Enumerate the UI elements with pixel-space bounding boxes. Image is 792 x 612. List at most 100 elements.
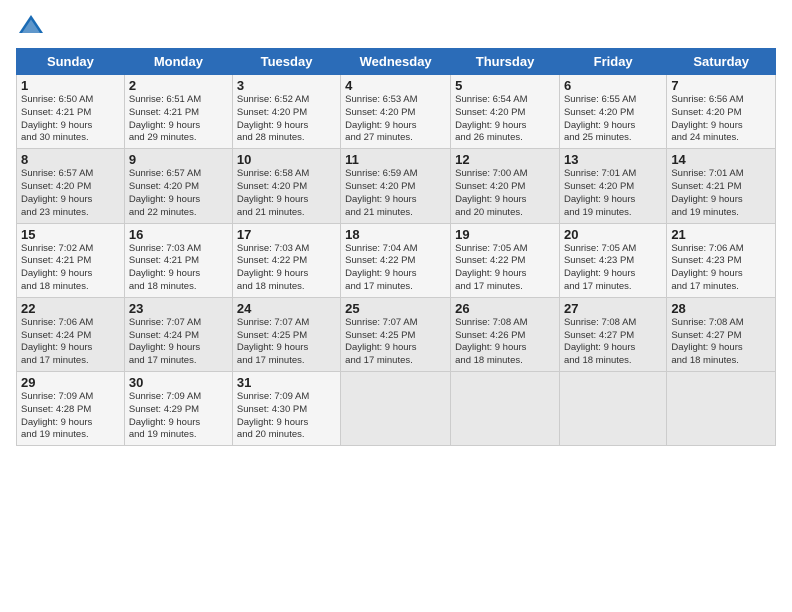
day-info: Sunrise: 7:08 AMSunset: 4:27 PMDaylight:…: [671, 317, 771, 368]
calendar-cell: 5Sunrise: 6:54 AMSunset: 4:20 PMDaylight…: [451, 75, 560, 149]
day-info: Sunrise: 6:55 AMSunset: 4:20 PMDaylight:…: [564, 94, 662, 145]
calendar-cell: 11Sunrise: 6:59 AMSunset: 4:20 PMDayligh…: [341, 149, 451, 223]
day-info: Sunrise: 6:56 AMSunset: 4:20 PMDaylight:…: [671, 94, 771, 145]
day-info: Sunrise: 7:09 AMSunset: 4:28 PMDaylight:…: [21, 391, 120, 442]
calendar-cell: 8Sunrise: 6:57 AMSunset: 4:20 PMDaylight…: [17, 149, 125, 223]
day-info: Sunrise: 6:50 AMSunset: 4:21 PMDaylight:…: [21, 94, 120, 145]
day-number: 8: [21, 152, 120, 167]
day-info: Sunrise: 7:01 AMSunset: 4:21 PMDaylight:…: [671, 168, 771, 219]
calendar-cell: 17Sunrise: 7:03 AMSunset: 4:22 PMDayligh…: [232, 223, 340, 297]
day-info: Sunrise: 6:52 AMSunset: 4:20 PMDaylight:…: [237, 94, 336, 145]
calendar-cell: 19Sunrise: 7:05 AMSunset: 4:22 PMDayligh…: [451, 223, 560, 297]
day-number: 14: [671, 152, 771, 167]
day-number: 13: [564, 152, 662, 167]
day-info: Sunrise: 7:09 AMSunset: 4:29 PMDaylight:…: [129, 391, 228, 442]
day-number: 25: [345, 301, 446, 316]
day-number: 26: [455, 301, 555, 316]
day-info: Sunrise: 7:03 AMSunset: 4:21 PMDaylight:…: [129, 243, 228, 294]
header-day: Monday: [124, 49, 232, 75]
day-number: 24: [237, 301, 336, 316]
day-number: 2: [129, 78, 228, 93]
day-info: Sunrise: 6:59 AMSunset: 4:20 PMDaylight:…: [345, 168, 446, 219]
calendar-cell: 4Sunrise: 6:53 AMSunset: 4:20 PMDaylight…: [341, 75, 451, 149]
week-row: 1Sunrise: 6:50 AMSunset: 4:21 PMDaylight…: [17, 75, 776, 149]
calendar-cell: 24Sunrise: 7:07 AMSunset: 4:25 PMDayligh…: [232, 297, 340, 371]
calendar-cell: 23Sunrise: 7:07 AMSunset: 4:24 PMDayligh…: [124, 297, 232, 371]
header-day: Friday: [559, 49, 666, 75]
calendar-cell: 1Sunrise: 6:50 AMSunset: 4:21 PMDaylight…: [17, 75, 125, 149]
day-info: Sunrise: 7:03 AMSunset: 4:22 PMDaylight:…: [237, 243, 336, 294]
day-info: Sunrise: 7:09 AMSunset: 4:30 PMDaylight:…: [237, 391, 336, 442]
calendar-cell: 2Sunrise: 6:51 AMSunset: 4:21 PMDaylight…: [124, 75, 232, 149]
day-info: Sunrise: 7:06 AMSunset: 4:23 PMDaylight:…: [671, 243, 771, 294]
calendar-cell: 21Sunrise: 7:06 AMSunset: 4:23 PMDayligh…: [667, 223, 776, 297]
day-info: Sunrise: 6:53 AMSunset: 4:20 PMDaylight:…: [345, 94, 446, 145]
calendar-cell: 26Sunrise: 7:08 AMSunset: 4:26 PMDayligh…: [451, 297, 560, 371]
header-day: Wednesday: [341, 49, 451, 75]
day-number: 16: [129, 227, 228, 242]
day-info: Sunrise: 7:07 AMSunset: 4:25 PMDaylight:…: [237, 317, 336, 368]
calendar-cell: 13Sunrise: 7:01 AMSunset: 4:20 PMDayligh…: [559, 149, 666, 223]
day-number: 4: [345, 78, 446, 93]
day-info: Sunrise: 7:00 AMSunset: 4:20 PMDaylight:…: [455, 168, 555, 219]
header-row: SundayMondayTuesdayWednesdayThursdayFrid…: [17, 49, 776, 75]
calendar-cell: 28Sunrise: 7:08 AMSunset: 4:27 PMDayligh…: [667, 297, 776, 371]
page: SundayMondayTuesdayWednesdayThursdayFrid…: [0, 0, 792, 454]
day-info: Sunrise: 6:57 AMSunset: 4:20 PMDaylight:…: [129, 168, 228, 219]
week-row: 8Sunrise: 6:57 AMSunset: 4:20 PMDaylight…: [17, 149, 776, 223]
day-info: Sunrise: 7:08 AMSunset: 4:27 PMDaylight:…: [564, 317, 662, 368]
day-number: 20: [564, 227, 662, 242]
day-number: 30: [129, 375, 228, 390]
calendar-cell: 25Sunrise: 7:07 AMSunset: 4:25 PMDayligh…: [341, 297, 451, 371]
calendar-cell: [559, 372, 666, 446]
calendar-cell: 27Sunrise: 7:08 AMSunset: 4:27 PMDayligh…: [559, 297, 666, 371]
calendar-cell: 15Sunrise: 7:02 AMSunset: 4:21 PMDayligh…: [17, 223, 125, 297]
calendar-cell: 18Sunrise: 7:04 AMSunset: 4:22 PMDayligh…: [341, 223, 451, 297]
day-info: Sunrise: 7:06 AMSunset: 4:24 PMDaylight:…: [21, 317, 120, 368]
week-row: 15Sunrise: 7:02 AMSunset: 4:21 PMDayligh…: [17, 223, 776, 297]
day-info: Sunrise: 7:07 AMSunset: 4:25 PMDaylight:…: [345, 317, 446, 368]
week-row: 29Sunrise: 7:09 AMSunset: 4:28 PMDayligh…: [17, 372, 776, 446]
day-info: Sunrise: 7:07 AMSunset: 4:24 PMDaylight:…: [129, 317, 228, 368]
header-day: Sunday: [17, 49, 125, 75]
header: [16, 12, 776, 42]
day-number: 28: [671, 301, 771, 316]
day-number: 19: [455, 227, 555, 242]
day-info: Sunrise: 7:02 AMSunset: 4:21 PMDaylight:…: [21, 243, 120, 294]
day-number: 18: [345, 227, 446, 242]
calendar-cell: 12Sunrise: 7:00 AMSunset: 4:20 PMDayligh…: [451, 149, 560, 223]
day-number: 6: [564, 78, 662, 93]
calendar-cell: 22Sunrise: 7:06 AMSunset: 4:24 PMDayligh…: [17, 297, 125, 371]
day-number: 1: [21, 78, 120, 93]
day-number: 12: [455, 152, 555, 167]
calendar-cell: 6Sunrise: 6:55 AMSunset: 4:20 PMDaylight…: [559, 75, 666, 149]
day-info: Sunrise: 6:54 AMSunset: 4:20 PMDaylight:…: [455, 94, 555, 145]
day-info: Sunrise: 6:51 AMSunset: 4:21 PMDaylight:…: [129, 94, 228, 145]
header-day: Saturday: [667, 49, 776, 75]
day-info: Sunrise: 6:57 AMSunset: 4:20 PMDaylight:…: [21, 168, 120, 219]
day-number: 7: [671, 78, 771, 93]
calendar-cell: 29Sunrise: 7:09 AMSunset: 4:28 PMDayligh…: [17, 372, 125, 446]
calendar-cell: 30Sunrise: 7:09 AMSunset: 4:29 PMDayligh…: [124, 372, 232, 446]
calendar-cell: [667, 372, 776, 446]
calendar-cell: 14Sunrise: 7:01 AMSunset: 4:21 PMDayligh…: [667, 149, 776, 223]
day-number: 5: [455, 78, 555, 93]
day-number: 29: [21, 375, 120, 390]
calendar-cell: 20Sunrise: 7:05 AMSunset: 4:23 PMDayligh…: [559, 223, 666, 297]
logo-icon: [16, 12, 46, 42]
calendar-cell: 16Sunrise: 7:03 AMSunset: 4:21 PMDayligh…: [124, 223, 232, 297]
header-day: Thursday: [451, 49, 560, 75]
day-number: 10: [237, 152, 336, 167]
calendar-table: SundayMondayTuesdayWednesdayThursdayFrid…: [16, 48, 776, 446]
day-number: 15: [21, 227, 120, 242]
day-number: 31: [237, 375, 336, 390]
day-number: 11: [345, 152, 446, 167]
day-info: Sunrise: 7:04 AMSunset: 4:22 PMDaylight:…: [345, 243, 446, 294]
calendar-cell: 31Sunrise: 7:09 AMSunset: 4:30 PMDayligh…: [232, 372, 340, 446]
day-info: Sunrise: 7:08 AMSunset: 4:26 PMDaylight:…: [455, 317, 555, 368]
day-number: 21: [671, 227, 771, 242]
calendar-cell: 3Sunrise: 6:52 AMSunset: 4:20 PMDaylight…: [232, 75, 340, 149]
calendar-cell: 7Sunrise: 6:56 AMSunset: 4:20 PMDaylight…: [667, 75, 776, 149]
day-info: Sunrise: 7:05 AMSunset: 4:22 PMDaylight:…: [455, 243, 555, 294]
calendar-cell: 10Sunrise: 6:58 AMSunset: 4:20 PMDayligh…: [232, 149, 340, 223]
